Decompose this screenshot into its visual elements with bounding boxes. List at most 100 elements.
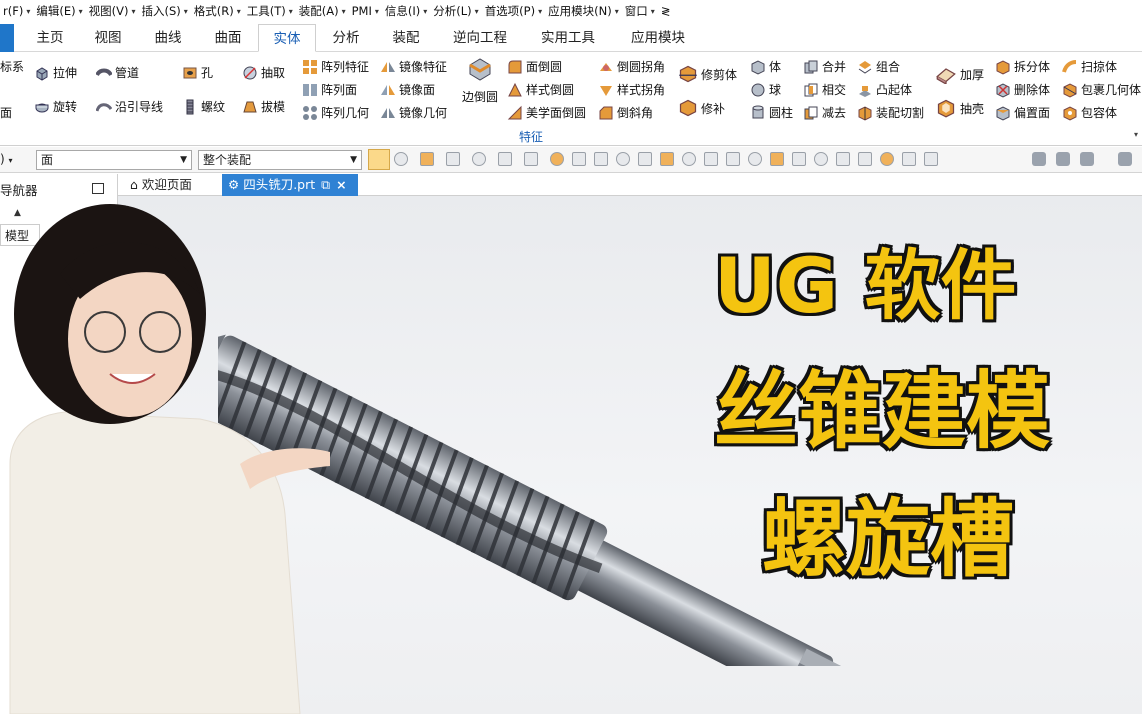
mirror-face-button[interactable]: 镜像面 bbox=[380, 81, 435, 98]
blend-corner-button[interactable]: 倒圆拐角 bbox=[598, 58, 665, 75]
selection-filter-stub[interactable]: ) ▾ bbox=[0, 152, 13, 166]
snap-spline-icon[interactable] bbox=[770, 152, 784, 166]
style-blend-button[interactable]: 样式倒圆 bbox=[507, 81, 574, 98]
pipe-button[interactable]: 管道 bbox=[96, 64, 139, 81]
menu-item[interactable]: r(F) ▾ bbox=[0, 4, 33, 18]
revolve-button[interactable]: 旋转 bbox=[34, 98, 77, 115]
mirror-feature-button[interactable]: 镜像特征 bbox=[380, 58, 447, 75]
mirror-geometry-button[interactable]: 镜像几何 bbox=[380, 104, 447, 121]
extract-button[interactable]: 抽取 bbox=[242, 64, 285, 81]
tab-curve[interactable]: 曲线 bbox=[140, 24, 196, 52]
snap-angle-icon[interactable] bbox=[704, 152, 718, 166]
detach-icon[interactable]: ⧉ bbox=[321, 177, 330, 192]
snap-lock-icon[interactable] bbox=[880, 152, 894, 166]
tab-utilities[interactable]: 实用工具 bbox=[528, 24, 608, 52]
snap-view-icon[interactable] bbox=[924, 152, 938, 166]
snap-existing-icon[interactable] bbox=[550, 152, 564, 166]
selection-mode-active[interactable] bbox=[368, 149, 390, 170]
type-filter-select[interactable]: 面 ▼ bbox=[36, 150, 192, 170]
chamfer-button[interactable]: 倒斜角 bbox=[598, 104, 653, 121]
snap-point-on-face-icon[interactable] bbox=[594, 152, 608, 166]
pattern-face-button[interactable]: 阵列面 bbox=[302, 81, 357, 98]
snap-line-icon[interactable] bbox=[726, 152, 740, 166]
edge-blend-button[interactable]: 边倒圆 bbox=[460, 56, 500, 105]
ribbon-label-face[interactable]: 面 bbox=[0, 104, 12, 121]
pattern-geometry-button[interactable]: 阵列几何 bbox=[302, 104, 369, 121]
sweep-along-guide-button[interactable]: 沿引导线 bbox=[96, 98, 163, 115]
snap-plus-icon[interactable] bbox=[836, 152, 850, 166]
material-icon[interactable] bbox=[1080, 152, 1094, 166]
style-corner-button[interactable]: 样式拐角 bbox=[598, 81, 665, 98]
scope-filter-select[interactable]: 整个装配 ▼ bbox=[198, 150, 362, 170]
tab-solid[interactable]: 实体 bbox=[258, 24, 316, 52]
draft-button[interactable]: 拔模 bbox=[242, 98, 285, 115]
snap-point-on-curve-icon[interactable] bbox=[572, 152, 586, 166]
snap-bounded-grid-icon[interactable] bbox=[616, 152, 630, 166]
snap-curve-icon[interactable] bbox=[748, 152, 762, 166]
file-menu-button[interactable] bbox=[0, 24, 14, 52]
render-style-icon[interactable] bbox=[1032, 152, 1046, 166]
hole-button[interactable]: 孔 bbox=[182, 64, 213, 81]
intersect-button[interactable]: 相交 bbox=[803, 81, 846, 98]
pattern-feature-button[interactable]: 阵列特征 bbox=[302, 58, 369, 75]
view-cube-icon[interactable] bbox=[1118, 152, 1132, 166]
bounding-body-button[interactable]: 包容体 bbox=[1062, 104, 1117, 121]
face-blend-button[interactable]: 面倒圆 bbox=[507, 58, 562, 75]
snap-perpendicular-icon[interactable] bbox=[792, 152, 806, 166]
snap-arc-center-icon[interactable] bbox=[638, 152, 652, 166]
snap-intersection-icon[interactable] bbox=[524, 152, 538, 166]
tab-applications[interactable]: 应用模块 bbox=[618, 24, 698, 52]
assembly-cut-button[interactable]: 装配切割 bbox=[857, 104, 924, 121]
aesthetic-face-blend-button[interactable]: 美学面倒圆 bbox=[507, 104, 586, 121]
menu-item[interactable]: 应用模块(N) ▾ bbox=[545, 3, 622, 19]
snap-control-icon[interactable] bbox=[446, 152, 460, 166]
snap-slash-icon[interactable] bbox=[858, 152, 872, 166]
offset-face-button[interactable]: 偏置面 bbox=[995, 104, 1050, 121]
menu-item[interactable]: PMI ▾ bbox=[349, 4, 382, 18]
tab-surface[interactable]: 曲面 bbox=[200, 24, 256, 52]
snap-pole-icon[interactable] bbox=[682, 152, 696, 166]
menu-item[interactable]: 首选项(P) ▾ bbox=[482, 3, 545, 19]
unite-button[interactable]: 合并 bbox=[803, 58, 846, 75]
shell-button[interactable]: 抽壳 bbox=[935, 98, 984, 118]
tab-welcome-page[interactable]: ⌂ 欢迎页面 bbox=[124, 174, 224, 196]
snap-midpoint-icon[interactable] bbox=[420, 152, 434, 166]
shading-icon[interactable] bbox=[1056, 152, 1070, 166]
thicken-button[interactable]: 加厚 bbox=[935, 64, 984, 84]
close-icon[interactable]: × bbox=[336, 177, 346, 192]
menu-item[interactable]: 信息(I) ▾ bbox=[382, 3, 430, 19]
menu-item[interactable]: 工具(T) ▾ bbox=[244, 3, 296, 19]
snap-tangent-icon[interactable] bbox=[660, 152, 674, 166]
trim-body-button[interactable]: 修剪体 bbox=[678, 64, 737, 84]
subtract-button[interactable]: 减去 bbox=[803, 104, 846, 121]
cylinder-button[interactable]: 圆柱 bbox=[750, 104, 793, 121]
tab-assembly[interactable]: 装配 bbox=[378, 24, 434, 52]
tab-reverse-engineering[interactable]: 逆向工程 bbox=[440, 24, 520, 52]
tab-home[interactable]: 主页 bbox=[22, 24, 78, 52]
swept-button[interactable]: 扫掠体 bbox=[1062, 58, 1117, 75]
patch-button[interactable]: 修补 bbox=[678, 98, 725, 118]
menu-item[interactable]: 插入(S) ▾ bbox=[138, 3, 190, 19]
menu-item[interactable]: 视图(V) ▾ bbox=[86, 3, 139, 19]
thread-button[interactable]: 螺纹 bbox=[182, 98, 225, 115]
split-body-button[interactable]: 拆分体 bbox=[995, 58, 1050, 75]
tab-part-file[interactable]: ⚙ 四头铣刀.prt ⧉ × bbox=[222, 174, 358, 196]
menu-item[interactable]: 窗口 ▾ bbox=[622, 3, 658, 19]
menu-item[interactable]: 分析(L) ▾ bbox=[430, 3, 481, 19]
maximize-icon[interactable] bbox=[92, 183, 104, 194]
snap-quadrant-icon[interactable] bbox=[498, 152, 512, 166]
menu-item[interactable]: ≷ bbox=[658, 4, 674, 18]
tab-view[interactable]: 视图 bbox=[80, 24, 136, 52]
block-button[interactable]: 体 bbox=[750, 58, 781, 75]
snap-center-icon[interactable] bbox=[472, 152, 486, 166]
snap-endpoint-icon[interactable] bbox=[394, 152, 408, 166]
sphere-button[interactable]: 球 bbox=[750, 81, 781, 98]
emboss-body-button[interactable]: 凸起体 bbox=[857, 81, 912, 98]
menu-item[interactable]: 装配(A) ▾ bbox=[296, 3, 349, 19]
ribbon-label-csys[interactable]: 标系 bbox=[0, 58, 24, 75]
ribbon-expand-icon[interactable]: ▾ bbox=[1134, 130, 1138, 139]
snap-circle-icon[interactable] bbox=[814, 152, 828, 166]
tab-analysis[interactable]: 分析 bbox=[318, 24, 374, 52]
snap-eye-icon[interactable] bbox=[902, 152, 916, 166]
wrap-geometry-button[interactable]: 包裹几何体 bbox=[1062, 81, 1141, 98]
